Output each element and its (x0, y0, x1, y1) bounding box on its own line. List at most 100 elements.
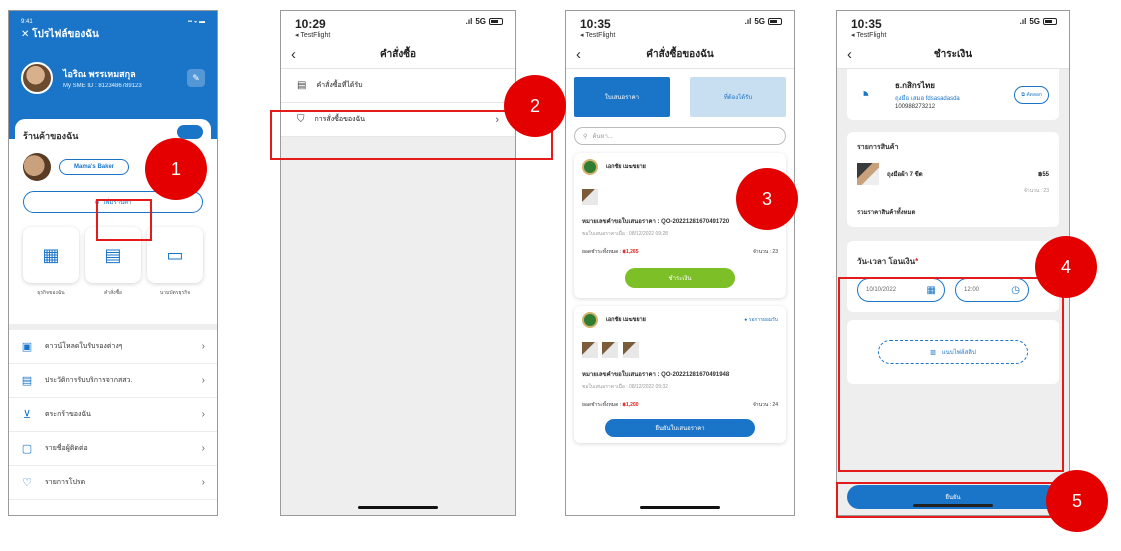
back-to-app[interactable]: ◂ TestFlight (580, 31, 615, 39)
avatar (21, 62, 53, 94)
screen-profile: 9:41 ▪▪ ◒ ▬ ✕ โปรไฟล์ของฉัน ไอริณ พรรเหม… (8, 10, 218, 516)
chevron-right-icon: › (201, 341, 205, 352)
signal-icon: .ıl (744, 17, 752, 26)
seller-name: เอกชัย เมฆขยาย (606, 317, 646, 323)
shop-name-button[interactable]: Mama's Baker (59, 159, 130, 175)
row-received-orders[interactable]: ▤ คำสั่งซื้อที่ได้รับ (281, 69, 515, 103)
document-icon: ▤ (297, 80, 307, 91)
signal-icon: .ıl (1019, 17, 1027, 26)
product-thumbnail (582, 342, 598, 358)
nav-bar: ‹ คำสั่งซื้อ (281, 41, 515, 69)
menu-item-cart[interactable]: ⊻ ตระกร้าของฉัน › (9, 398, 217, 432)
store-icon: ▦ (23, 227, 79, 283)
quote-number: หมายเลขคำขอใบเสนอราคา : QO-2022128167049… (582, 372, 730, 378)
total-amount: ฿1,200 (622, 402, 639, 408)
profile-id: My SME ID : 8123486789123 (63, 83, 142, 89)
seller-name: เอกชัย เมฆขยาย (606, 164, 646, 170)
close-icon[interactable]: ✕ (21, 29, 29, 40)
cart-icon: ⊻ (22, 409, 32, 421)
copy-button[interactable]: ⧉ คัดลอก (1014, 85, 1049, 104)
status-bar: 10:29 ◂ TestFlight .ıl 5G (281, 11, 515, 41)
signal-icon: .ıl (465, 17, 473, 26)
products-card: รายการสินค้า ถุงมือผ้า 7 ขีด ฿55 จำนวน :… (847, 132, 1059, 227)
shop-toggle[interactable] (177, 125, 203, 139)
confirm-quote-button[interactable]: ยืนยันใบเสนอราคา (605, 419, 755, 437)
status-icons: ▪▪ ◒ ▬ (187, 19, 205, 25)
search-placeholder: ค้นหา... (592, 134, 613, 140)
seller-logo (582, 159, 598, 175)
tab-quotations[interactable]: ใบเสนอราคา (574, 77, 670, 117)
order-card: เอกชัย เมฆขยาย ● รอการยอมรับ หมายเลขคำขอ… (574, 306, 786, 443)
search-input[interactable]: ⚲ ค้นหา... (574, 127, 786, 145)
tab-to-receive[interactable]: ที่ต้องได้รับ (690, 77, 786, 117)
card-icon: ▭ (147, 227, 203, 283)
screen-orders: 10:29 ◂ TestFlight .ıl 5G ‹ คำสั่งซื้อ ▤… (280, 10, 516, 516)
piggy-bank-icon: ◔ (857, 81, 871, 107)
menu-item-download[interactable]: ▣ ดาวน์โหลดใบรับรองต่างๆ › (9, 330, 217, 364)
product-thumbnail (602, 342, 619, 358)
callout-3: 3 (736, 168, 798, 230)
home-indicator (358, 506, 438, 509)
profile-name: ไอริณ พรรเหมสกุล (63, 69, 136, 79)
highlight-transfer-details (838, 277, 1064, 472)
chevron-right-icon: › (201, 477, 205, 488)
page-title: โปรไฟล์ของฉัน (32, 29, 99, 40)
history-icon: ▤ (21, 375, 33, 387)
status-time: 9:41 (21, 19, 33, 25)
chevron-right-icon: › (201, 443, 205, 454)
home-indicator (640, 506, 720, 509)
screen-my-orders: 10:35 ◂ TestFlight .ıl 5G ‹ คำสั่งซื้อขอ… (565, 10, 795, 516)
shop-avatar (23, 153, 51, 181)
nav-title: คำสั่งซื้อ (379, 49, 417, 60)
quantity: จำนวน : 24 (752, 402, 778, 408)
product-name: ถุงมือผ้า 7 ขีด (887, 172, 923, 178)
battery-icon (1043, 18, 1057, 25)
nav-title: ชำระเงิน (933, 49, 973, 60)
menu-item-contacts[interactable]: ▢ รายชื่อผู้ติดต่อ › (9, 432, 217, 466)
callout-1: 1 (145, 138, 207, 200)
heart-icon: ♡ (22, 477, 32, 489)
contact-icon: ▢ (21, 443, 33, 455)
back-chevron-icon[interactable]: ‹ (576, 46, 581, 63)
status-time: 10:29 (295, 17, 326, 31)
menu-item-history[interactable]: ▤ ประวัติการรับบริการจากสสว. › (9, 364, 217, 398)
datetime-title: วัน-เวลา โอนเงิน (857, 257, 916, 266)
total-amount: ฿1,265 (622, 249, 639, 255)
total-label: รวมราคาสินค้าทั้งหมด (857, 210, 916, 216)
status-badge: ● รอการยอมรับ (744, 317, 778, 323)
back-to-app[interactable]: ◂ TestFlight (295, 31, 330, 39)
status-bar: 10:35 ◂ TestFlight .ıl 5G (566, 11, 794, 41)
back-chevron-icon[interactable]: ‹ (847, 46, 852, 63)
search-icon: ⚲ (583, 133, 588, 140)
bank-account-card: ◔ ธ.กสิกรไทย ถุงมือ เสมอ fdsasadasda 100… (847, 69, 1059, 120)
product-thumbnail (622, 342, 639, 358)
bank-name: ธ.กสิกรไทย (895, 81, 935, 90)
network-type: 5G (754, 17, 765, 26)
status-bar: 10:35 ◂ TestFlight .ıl 5G (837, 11, 1069, 41)
chevron-right-icon: › (201, 409, 205, 420)
nav-bar: ‹ คำสั่งซื้อของฉัน (566, 41, 794, 69)
network-type: 5G (1029, 17, 1040, 26)
download-doc-icon: ▣ (21, 341, 33, 353)
grid-item-business[interactable]: ▦ ธุรกิจของฉัน (23, 227, 79, 297)
required-mark: * (915, 257, 919, 266)
callout-4: 4 (1035, 236, 1097, 298)
pay-button[interactable]: ชำระเงิน (625, 268, 735, 288)
nav-bar: ‹ ชำระเงิน (837, 41, 1069, 69)
callout-2: 2 (504, 75, 566, 137)
network-type: 5G (475, 17, 486, 26)
grid-item-business-card[interactable]: ▭ นามบัตรธุรกิจ (147, 227, 203, 297)
product-thumbnail (582, 189, 598, 205)
edit-icon[interactable]: ✎ (187, 69, 205, 87)
menu-item-favorites[interactable]: ♡ รายการโปรด › (9, 466, 217, 500)
back-to-app[interactable]: ◂ TestFlight (851, 31, 886, 39)
account-name: ถุงมือ เสมอ fdsasadasda (895, 96, 960, 102)
battery-icon (768, 18, 782, 25)
status-time: 10:35 (851, 17, 882, 31)
quantity: จำนวน : 23 (752, 249, 778, 255)
quote-date: ขอใบเสนอราคาเมื่อ : 08/12/2022 09:32 (582, 384, 668, 390)
product-quantity: จำนวน : 23 (1023, 188, 1049, 194)
back-chevron-icon[interactable]: ‹ (291, 46, 296, 63)
profile-menu: ▣ ดาวน์โหลดใบรับรองต่างๆ › ▤ ประวัติการร… (9, 324, 217, 500)
product-price: ฿55 (1038, 171, 1049, 178)
